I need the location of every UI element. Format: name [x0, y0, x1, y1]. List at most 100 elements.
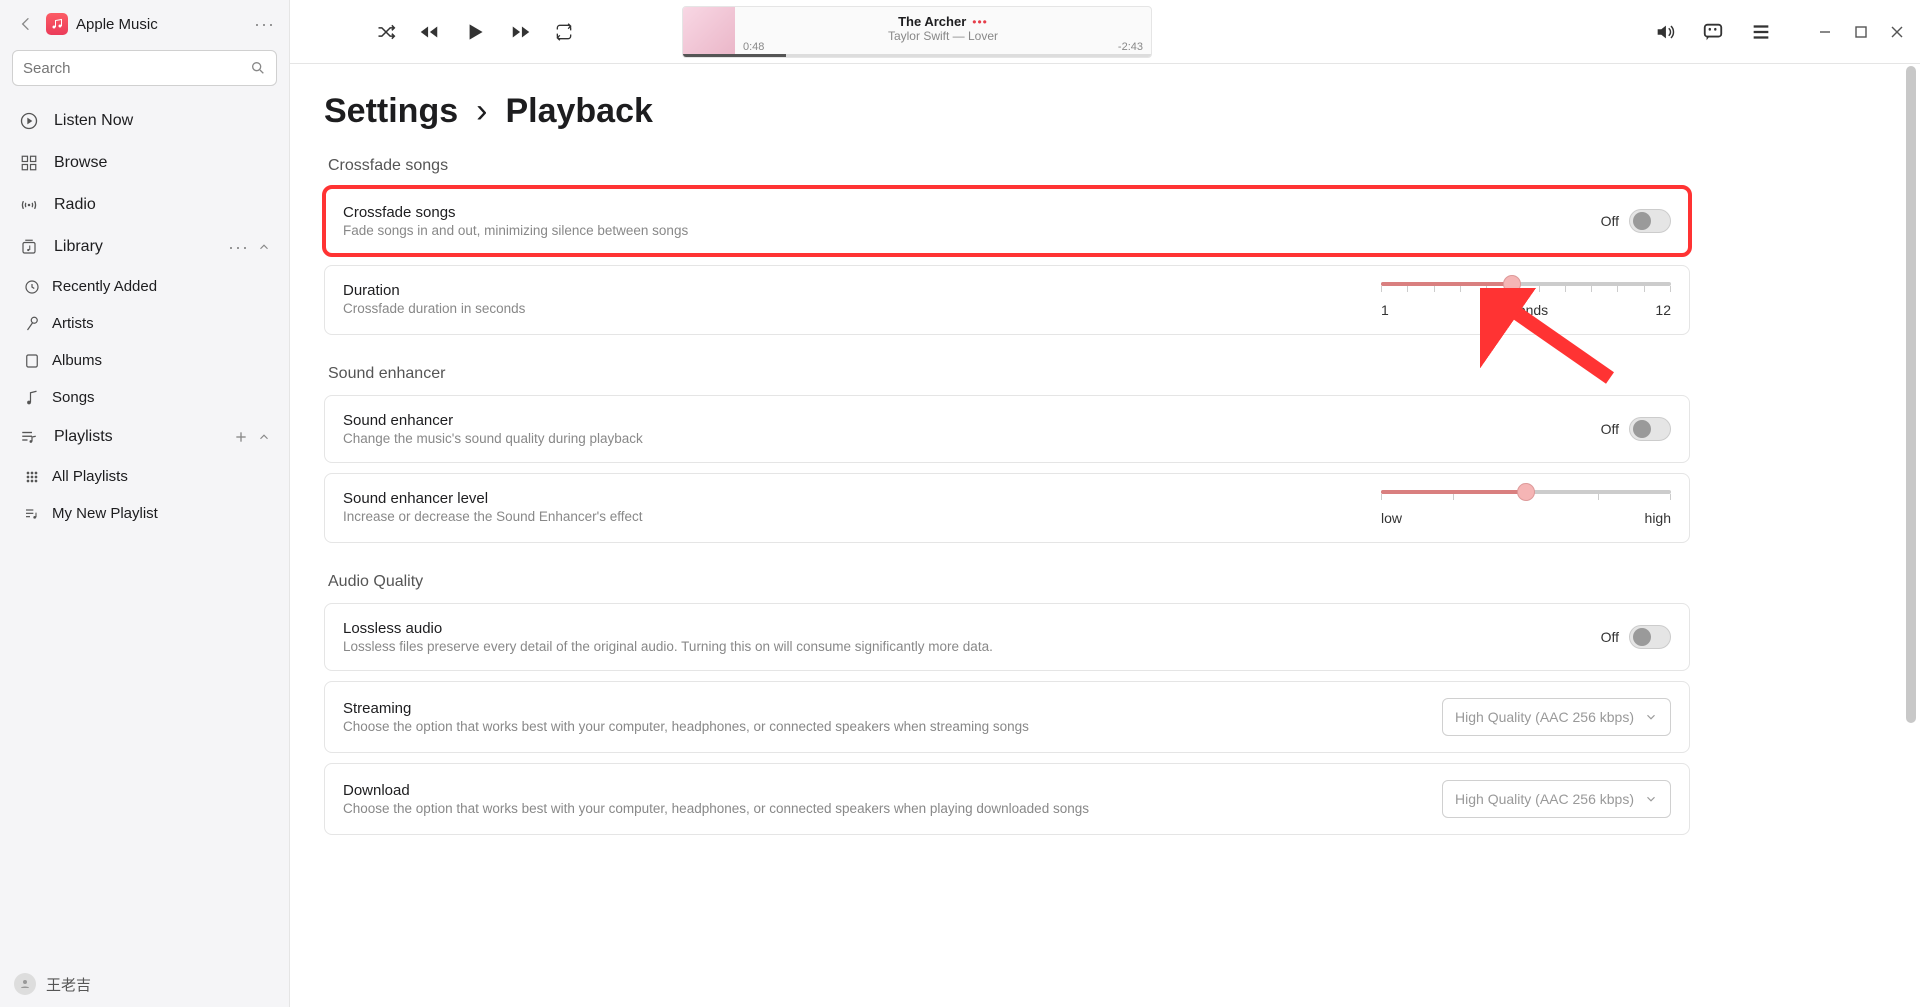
sidebar-item-artists[interactable]: Artists — [8, 305, 281, 342]
toggle-state-label: Off — [1601, 629, 1619, 645]
select-value: High Quality (AAC 256 kbps) — [1455, 791, 1634, 807]
chevron-down-icon — [1644, 792, 1658, 806]
add-playlist-button[interactable] — [233, 429, 249, 445]
music-note-icon — [22, 387, 42, 409]
row-description: Lossless files preserve every detail of … — [343, 639, 1581, 654]
progress-bar[interactable] — [683, 54, 1151, 57]
row-title: Sound enhancer level — [343, 490, 1361, 507]
sidebar-item-label: Recently Added — [52, 278, 157, 295]
volume-button[interactable] — [1654, 21, 1676, 43]
sidebar: Apple Music ··· Listen Now Browse Ra — [0, 0, 290, 1007]
shuffle-button[interactable] — [376, 22, 396, 42]
app-more-button[interactable]: ··· — [254, 14, 275, 35]
row-description: Fade songs in and out, minimizing silenc… — [343, 223, 1581, 238]
topbar: The Archer ••• Taylor Swift — Lover 0:48… — [290, 0, 1920, 64]
now-playing-subtitle: Taylor Swift — Lover — [888, 29, 998, 43]
row-description: Crossfade duration in seconds — [343, 301, 1361, 316]
user-name: 王老吉 — [46, 974, 91, 995]
search-input[interactable] — [23, 60, 250, 77]
app-title: Apple Music — [76, 16, 246, 33]
sidebar-item-recently-added[interactable]: Recently Added — [8, 268, 281, 305]
sidebar-item-library[interactable]: Library ··· — [8, 226, 281, 268]
chevron-down-icon — [1644, 710, 1658, 724]
sidebar-item-listen-now[interactable]: Listen Now — [8, 100, 281, 142]
sidebar-item-radio[interactable]: Radio — [8, 184, 281, 226]
minimize-button[interactable] — [1818, 25, 1832, 39]
grid-small-icon — [22, 466, 42, 488]
sidebar-item-playlists[interactable]: Playlists — [8, 416, 281, 458]
now-playing[interactable]: The Archer ••• Taylor Swift — Lover 0:48… — [682, 6, 1152, 58]
back-button[interactable] — [14, 12, 38, 36]
streaming-quality-select[interactable]: High Quality (AAC 256 kbps) — [1442, 698, 1671, 736]
library-icon — [18, 236, 40, 258]
main: The Archer ••• Taylor Swift — Lover 0:48… — [290, 0, 1920, 1007]
slider-min-label: low — [1381, 510, 1402, 526]
crossfade-toggle[interactable] — [1629, 209, 1671, 233]
chevron-up-icon[interactable] — [257, 240, 271, 254]
sidebar-item-songs[interactable]: Songs — [8, 379, 281, 416]
row-title: Lossless audio — [343, 620, 1581, 637]
app-logo-icon — [46, 13, 68, 35]
next-button[interactable] — [510, 21, 532, 43]
playlist-item-icon — [22, 503, 42, 525]
breadcrumb-root[interactable]: Settings — [324, 92, 458, 131]
user-account[interactable]: 王老吉 — [0, 961, 289, 1007]
radio-icon — [18, 194, 40, 216]
row-title: Duration — [343, 282, 1361, 299]
sidebar-item-label: Radio — [54, 196, 96, 214]
download-quality-select[interactable]: High Quality (AAC 256 kbps) — [1442, 780, 1671, 818]
sidebar-item-label: Albums — [52, 352, 102, 369]
slider-max-label: high — [1645, 510, 1671, 526]
now-playing-more-button[interactable]: ••• — [972, 15, 988, 29]
sidebar-item-my-new-playlist[interactable]: My New Playlist — [8, 495, 281, 532]
clock-icon — [22, 276, 42, 298]
sidebar-item-browse[interactable]: Browse — [8, 142, 281, 184]
queue-button[interactable] — [1750, 21, 1772, 43]
row-description: Change the music's sound quality during … — [343, 431, 1581, 446]
play-button[interactable] — [462, 19, 488, 45]
close-button[interactable] — [1890, 25, 1904, 39]
album-icon — [22, 350, 42, 372]
sidebar-item-label: Artists — [52, 315, 94, 332]
enhancer-toggle[interactable] — [1629, 417, 1671, 441]
crossfade-songs-row: Crossfade songs Fade songs in and out, m… — [324, 187, 1690, 255]
lossless-toggle[interactable] — [1629, 625, 1671, 649]
library-more-button[interactable]: ··· — [228, 237, 249, 258]
microphone-icon — [22, 313, 42, 335]
user-avatar-icon — [14, 973, 36, 995]
play-circle-icon — [18, 110, 40, 132]
duration-slider[interactable] — [1381, 282, 1671, 286]
album-art — [683, 7, 735, 58]
breadcrumb-leaf: Playback — [505, 92, 652, 131]
row-title: Sound enhancer — [343, 412, 1581, 429]
toggle-state-label: Off — [1601, 421, 1619, 437]
now-playing-title: The Archer — [898, 14, 966, 29]
elapsed-time: 0:48 — [743, 41, 764, 53]
chevron-up-icon[interactable] — [257, 430, 271, 444]
toggle-state-label: Off — [1601, 213, 1619, 229]
sidebar-item-albums[interactable]: Albums — [8, 342, 281, 379]
search-icon — [250, 60, 266, 76]
section-title-audio-quality: Audio Quality — [328, 573, 1690, 591]
sidebar-item-label: Library — [54, 238, 103, 256]
search-box[interactable] — [12, 50, 277, 86]
previous-button[interactable] — [418, 21, 440, 43]
maximize-button[interactable] — [1854, 25, 1868, 39]
remaining-time: -2:43 — [1118, 41, 1143, 53]
sidebar-item-label: Songs — [52, 389, 95, 406]
sidebar-item-all-playlists[interactable]: All Playlists — [8, 458, 281, 495]
repeat-button[interactable] — [554, 22, 574, 42]
sound-enhancer-row: Sound enhancer Change the music's sound … — [324, 395, 1690, 463]
sidebar-item-label: Listen Now — [54, 112, 133, 130]
grid-icon — [18, 152, 40, 174]
enhancer-level-row: Sound enhancer level Increase or decreas… — [324, 473, 1690, 543]
slider-min-label: 1 — [1381, 302, 1389, 318]
streaming-quality-row: Streaming Choose the option that works b… — [324, 681, 1690, 753]
select-value: High Quality (AAC 256 kbps) — [1455, 709, 1634, 725]
section-title-enhancer: Sound enhancer — [328, 365, 1690, 383]
slider-center-label: seconds — [1496, 302, 1548, 318]
enhancer-slider[interactable] — [1381, 490, 1671, 494]
sidebar-item-label: All Playlists — [52, 468, 128, 485]
scrollbar[interactable] — [1904, 66, 1918, 1005]
lyrics-button[interactable] — [1702, 21, 1724, 43]
